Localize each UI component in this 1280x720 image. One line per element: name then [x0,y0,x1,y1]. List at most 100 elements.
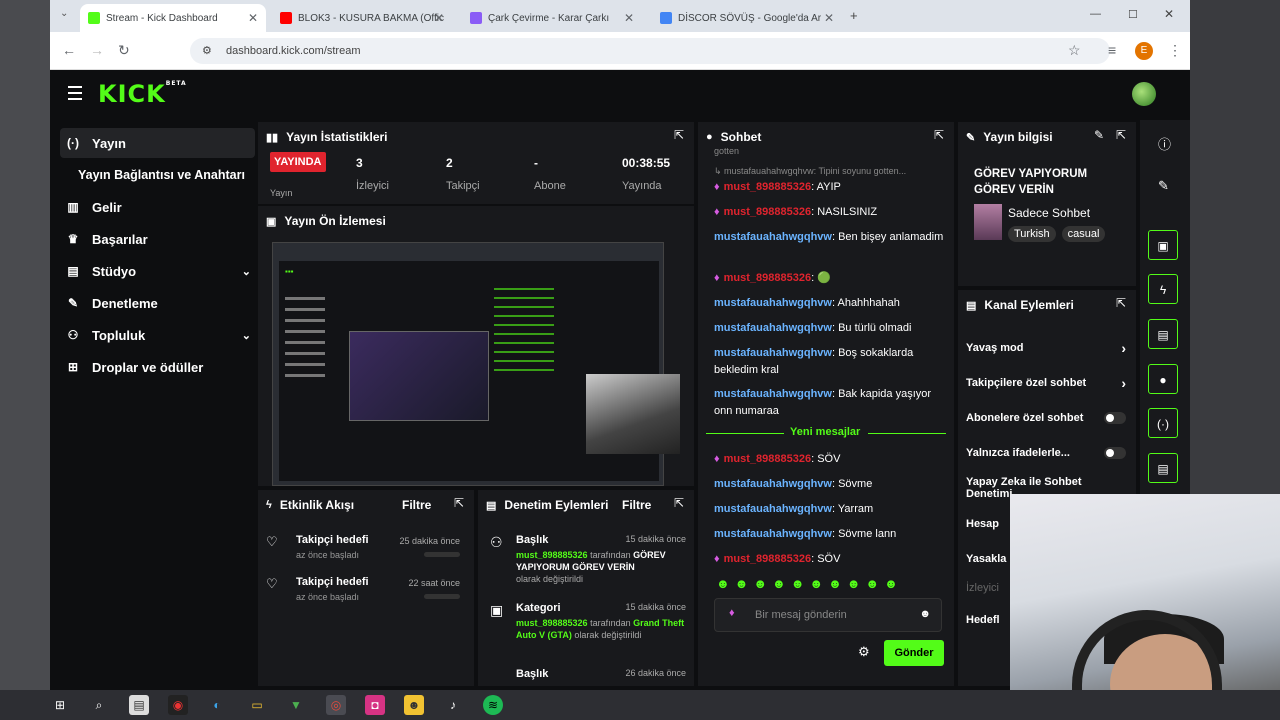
tab-google[interactable]: DİSCOR SÖVÜŞ - Google'da Ar ✕ [652,4,842,32]
popout-icon[interactable]: ⇱ [674,496,684,510]
sidebar-item-gelir[interactable]: ▥ Gelir [60,192,255,222]
reload-icon[interactable]: ↻ [118,42,130,59]
chat-username[interactable]: mustafauahahwgqhvw [714,528,832,540]
action-followers-only[interactable]: Takipçilere özel sohbet › [966,375,1126,391]
rail-actions-button[interactable]: ▤ [1148,453,1178,483]
emoji-icon[interactable]: ☻ [919,608,931,620]
chat-settings-icon[interactable]: ⚙ [858,644,870,660]
instagram-icon[interactable]: ◘ [365,695,385,715]
obs-icon[interactable]: ◉ [168,695,188,715]
rail-broadcast-button[interactable]: (·) [1148,408,1178,438]
user-avatar[interactable] [1132,82,1156,106]
tiktok-icon[interactable]: ♪ [443,695,463,715]
chat-username[interactable]: must_898885326 [724,453,811,465]
emote-bar[interactable]: ☻☻☻☻☻☻☻☻☻☻ [716,576,903,591]
chat-username[interactable]: must_898885326 [724,272,811,284]
sidebar-item-stream-key[interactable]: Yayın Bağlantısı ve Anahtarı [60,160,255,190]
progress-bar [424,552,460,557]
chat-username[interactable]: mustafauahahwgqhvw [714,231,832,243]
store-icon[interactable]: ▤ [129,695,149,715]
close-tab-icon[interactable]: ✕ [434,11,444,25]
info-icon[interactable]: ⓘ [1158,134,1171,153]
chat-username[interactable]: mustafauahahwgqhvw [714,388,832,400]
filter-button[interactable]: Filtre [622,498,651,512]
close-tab-icon[interactable]: ✕ [248,11,258,25]
menu-hamburger-icon[interactable] [68,86,82,104]
filter-button[interactable]: Filtre [402,498,431,512]
tag[interactable]: Turkish [1008,226,1056,242]
popout-icon[interactable]: ⇱ [1116,128,1126,142]
chevron-down-icon[interactable]: ⌄ [242,329,251,342]
bookmark-star-icon[interactable]: ☆ [1068,42,1081,59]
tab-youtube[interactable]: BLOK3 - KUSURA BAKMA (Offic ✕ [272,4,452,32]
send-button[interactable]: Gönder [884,640,944,666]
chat-username[interactable]: mustafauahahwgqhvw [714,297,832,309]
chat-username[interactable]: must_898885326 [724,553,811,565]
chat-username[interactable]: mustafauahahwgqhvw [714,478,832,490]
edit-icon[interactable]: ✎ [1158,178,1169,194]
bolt-icon: ϟ [266,499,272,511]
action-label: Yalnızca ifadelerle... [966,447,1070,459]
edit-icon[interactable]: ✎ [1094,128,1104,142]
chat-username[interactable]: must_898885326 [724,206,811,218]
maximize-icon[interactable]: ☐ [1128,8,1138,21]
kick-logo[interactable]: KICKBETA [98,80,187,108]
new-tab-icon[interactable]: + [850,8,858,23]
follower-count: 2 [446,156,453,170]
action-slow-mode[interactable]: Yavaş mod › [966,340,1126,356]
search-icon[interactable]: ⌕ [89,695,109,715]
sidebar-item-yayin[interactable]: (·) Yayın [60,128,255,158]
rail-preview-button[interactable]: ▣ [1148,230,1178,260]
sidebar-item-topluluk[interactable]: ⚇ Topluluk ⌄ [60,320,255,350]
site-settings-icon[interactable]: ⚙ [202,44,212,57]
profile-avatar[interactable]: E [1135,42,1153,60]
forward-icon[interactable]: → [90,42,104,58]
chat-username[interactable]: mustafauahahwgqhvw [714,503,832,515]
menu-dots-icon[interactable]: ⋮ [1168,42,1182,59]
chrome-icon[interactable]: ◎ [326,695,346,715]
logo-text: KICK [98,80,166,108]
start-icon[interactable]: ⊞ [50,695,70,715]
action-emotes-only[interactable]: Yalnızca ifadelerle... [966,447,1126,459]
chat-username[interactable]: mustafauahahwgqhvw [714,347,832,359]
vectorize-icon[interactable]: ▼ [286,695,306,715]
chat-username[interactable]: mustafauahahwgqhvw [714,322,832,334]
chat-input[interactable]: ♦ Bir mesaj gönderin ☻ [714,598,942,632]
close-window-icon[interactable]: ✕ [1164,7,1174,21]
popout-icon[interactable]: ⇱ [1116,296,1126,310]
close-tab-icon[interactable]: ✕ [824,11,834,25]
url-field[interactable]: ⚙ dashboard.kick.com/stream [190,38,1110,64]
chat-panel: ● Sohbet ⇱ gotten ↳ mustafauahahwgqhvw: T… [698,122,954,686]
rail-moderation-button[interactable]: ▤ [1148,319,1178,349]
close-tab-icon[interactable]: ✕ [624,11,634,25]
tab-search-icon[interactable]: ⌄ [60,8,68,19]
popout-icon[interactable]: ⇱ [674,128,684,142]
tab-kick-dashboard[interactable]: Stream - Kick Dashboard ✕ [80,4,266,32]
app-icon[interactable]: ☻ [404,695,424,715]
folder-icon[interactable]: ▭ [247,695,267,715]
category-icon: ▣ [490,602,504,618]
document-icon: ▤ [1157,328,1169,342]
toggle[interactable] [1104,447,1126,459]
popout-icon[interactable]: ⇱ [454,496,464,510]
chevron-down-icon[interactable]: ⌄ [242,265,251,278]
tag[interactable]: casual [1061,226,1106,242]
tab-cark[interactable]: Çark Çevirme - Karar Çarkı ✕ [462,4,642,32]
tab-list-icon[interactable]: ≡ [1108,42,1116,58]
sidebar-item-droplar[interactable]: ⊞ Droplar ve ödüller [60,352,255,382]
rail-activity-button[interactable]: ϟ [1148,274,1178,304]
spotify-icon[interactable]: ≋ [483,695,503,715]
rail-chat-button[interactable]: ● [1148,364,1178,394]
chat-text: Sövme [838,478,873,490]
action-subscribers-only[interactable]: Abonelere özel sohbet [966,412,1126,424]
edge-icon[interactable]: ◐ [207,695,227,715]
sidebar-item-denetleme[interactable]: ✎ Denetleme [60,288,255,318]
sidebar-item-studyo[interactable]: ▤ Stüdyo ⌄ [60,256,255,286]
chat-username[interactable]: must_898885326 [724,181,811,193]
sidebar-item-label: Başarılar [92,231,148,247]
minimize-icon[interactable]: — [1090,8,1101,20]
toggle[interactable] [1104,412,1126,424]
back-icon[interactable]: ← [62,42,76,58]
popout-icon[interactable]: ⇱ [934,128,944,142]
sidebar-item-basarilar[interactable]: ♛ Başarılar [60,224,255,254]
